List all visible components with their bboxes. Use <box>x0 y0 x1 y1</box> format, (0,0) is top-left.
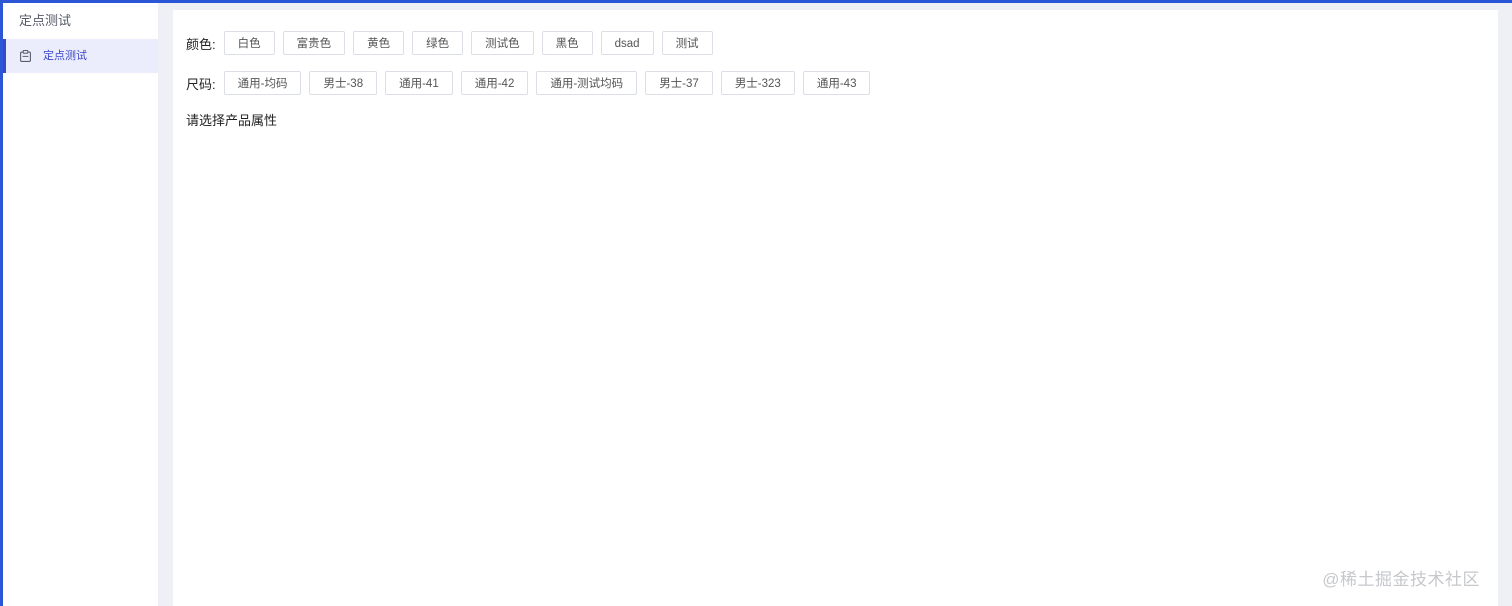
select-attribute-prompt: 请选择产品属性 <box>186 113 278 128</box>
size-label: 尺码: <box>186 76 216 92</box>
sidebar-item-label: 定点测试 <box>43 50 87 62</box>
color-option[interactable]: 富贵色 <box>282 31 346 55</box>
color-option[interactable]: 绿色 <box>412 31 464 55</box>
sidebar: 定点测试 定点测试 <box>3 3 158 606</box>
color-option[interactable]: 黑色 <box>541 31 593 55</box>
color-option[interactable]: 黄色 <box>353 31 405 55</box>
size-option[interactable]: 通用-均码 <box>223 71 302 95</box>
size-option[interactable]: 通用-41 <box>385 71 453 95</box>
app-window: 定点测试 定点测试 颜色: 白色 富贵色 黄色 绿色 测试色 黑色 dsad 测… <box>0 0 1512 606</box>
size-option[interactable]: 通用-42 <box>460 71 529 95</box>
clipboard-icon <box>20 50 31 62</box>
size-option[interactable]: 男士-323 <box>720 71 795 95</box>
size-option[interactable]: 男士-38 <box>309 71 378 95</box>
color-option[interactable]: dsad <box>600 31 654 55</box>
top-accent-bar <box>0 0 1512 3</box>
sidebar-item-dingdian-ceshi[interactable]: 定点测试 <box>3 39 158 73</box>
size-option[interactable]: 通用-43 <box>802 71 871 95</box>
color-option[interactable]: 测试色 <box>471 31 534 55</box>
sidebar-title: 定点测试 <box>19 13 72 28</box>
size-option[interactable]: 男士-37 <box>645 71 713 95</box>
color-attribute-row: 颜色: 白色 富贵色 黄色 绿色 测试色 黑色 dsad 测试 <box>186 30 721 56</box>
color-option[interactable]: 测试 <box>661 31 713 55</box>
color-label: 颜色: <box>186 36 216 52</box>
color-option[interactable]: 白色 <box>223 31 275 55</box>
size-attribute-row: 尺码: 通用-均码 男士-38 通用-41 通用-42 通用-测试均码 男士-3… <box>186 70 878 96</box>
watermark: @稀土掘金技术社区 <box>1322 570 1480 589</box>
size-option[interactable]: 通用-测试均码 <box>536 71 638 95</box>
main-content: 颜色: 白色 富贵色 黄色 绿色 测试色 黑色 dsad 测试 尺码: 通用-均… <box>173 10 1498 606</box>
